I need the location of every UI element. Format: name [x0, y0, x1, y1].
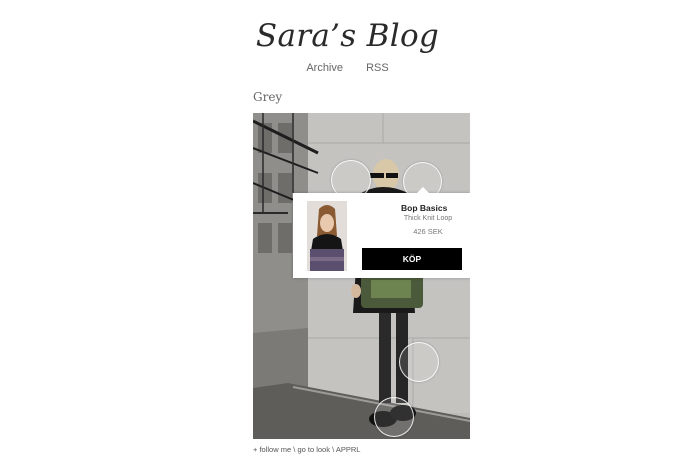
nav-archive-link[interactable]: Archive — [306, 62, 343, 74]
product-image[interactable] — [307, 201, 347, 271]
post-title: Grey — [253, 90, 283, 104]
footer-separator: \ — [293, 445, 296, 454]
hotspot-boots[interactable] — [374, 397, 414, 437]
nav-rss-link[interactable]: RSS — [366, 62, 389, 74]
product-popup: Bop Basics Thick Knit Loop 426 SEK KÖP — [293, 187, 470, 278]
product-name: Thick Knit Loop — [403, 215, 453, 222]
go-to-look-link[interactable]: go to look — [297, 445, 330, 454]
main-nav: Archive RSS — [0, 62, 695, 74]
product-price: 426 SEK — [413, 227, 443, 236]
product-image-illustration — [307, 201, 347, 271]
footer-separator: \ — [332, 445, 335, 454]
street-style-photo: Bop Basics Thick Knit Loop 426 SEK KÖP — [253, 113, 470, 439]
follow-me-link[interactable]: + follow me — [253, 445, 291, 454]
apprl-link[interactable]: APPRL — [336, 445, 361, 454]
blog-title[interactable]: Sara’s Blog — [0, 18, 695, 54]
footer-links: + follow me \ go to look \ APPRL — [253, 445, 360, 454]
popup-arrow — [417, 187, 429, 193]
buy-button[interactable]: KÖP — [362, 248, 462, 270]
product-brand: Bop Basics — [401, 203, 448, 213]
hotspot-pants[interactable] — [399, 342, 439, 382]
